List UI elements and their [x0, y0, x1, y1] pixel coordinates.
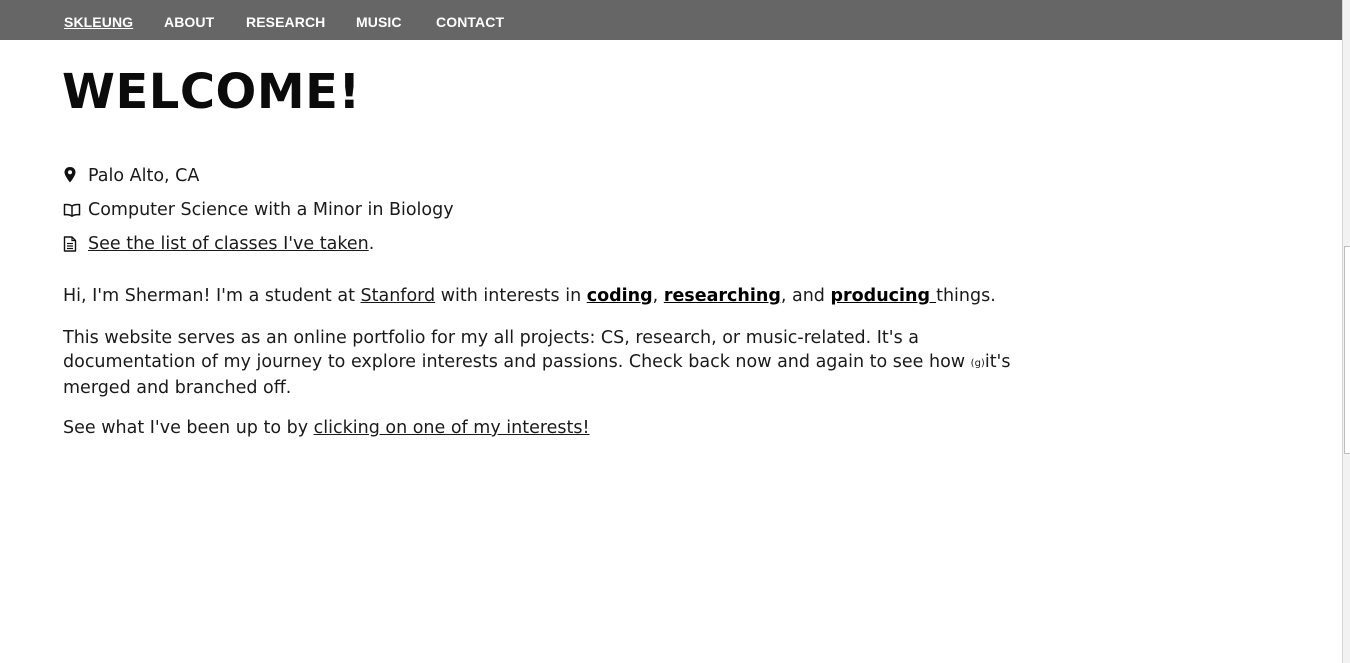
nav-link-contact[interactable]: CONTACT — [436, 14, 504, 30]
info-study: Computer Science with a Minor in Biology — [63, 198, 454, 222]
portfolio-small-text: (g) — [970, 358, 985, 369]
nav-link-about[interactable]: ABOUT — [164, 14, 214, 30]
page: SKLEUNG ABOUT RESEARCH MUSIC CONTACT WEL… — [0, 0, 1350, 663]
intro-paragraph: Hi, I'm Sherman! I'm a student at Stanfo… — [63, 284, 1023, 308]
map-marker-icon — [63, 166, 83, 184]
vertical-scrollbar[interactable] — [1342, 0, 1350, 663]
stanford-link[interactable]: Stanford — [361, 286, 436, 306]
portfolio-paragraph: This website serves as an online portfol… — [63, 326, 1023, 400]
info-classes: See the list of classes I've taken. — [63, 232, 374, 256]
intro-text: , and — [780, 286, 831, 306]
top-navbar: SKLEUNG ABOUT RESEARCH MUSIC CONTACT — [0, 0, 1342, 40]
intro-text: with interests in — [435, 286, 587, 306]
classes-link[interactable]: See the list of classes I've taken — [88, 234, 369, 254]
intro-text: things. — [936, 286, 996, 306]
classes-row-text: See the list of classes I've taken. — [88, 234, 374, 254]
classes-suffix: . — [368, 234, 375, 254]
document-icon — [63, 236, 83, 252]
intro-text: Hi, I'm Sherman! I'm a student at — [63, 286, 361, 306]
producing-link[interactable]: producing — [830, 286, 936, 306]
info-location: Palo Alto, CA — [63, 164, 199, 188]
nav-link-music[interactable]: MUSIC — [356, 14, 402, 30]
nav-link-research[interactable]: RESEARCH — [246, 14, 325, 30]
open-book-icon — [63, 202, 83, 218]
intro-text: , — [652, 286, 664, 306]
study-text: Computer Science with a Minor in Biology — [88, 200, 454, 220]
cta-text: See what I've been up to by — [63, 418, 314, 438]
interests-link[interactable]: clicking on one of my interests! — [314, 418, 590, 438]
portfolio-text: This website serves as an online portfol… — [63, 328, 971, 372]
coding-link[interactable]: coding — [587, 286, 653, 306]
researching-link[interactable]: researching — [664, 286, 781, 306]
scrollbar-thumb[interactable] — [1344, 246, 1350, 454]
cta-paragraph: See what I've been up to by clicking on … — [63, 416, 1023, 440]
location-text: Palo Alto, CA — [88, 166, 200, 186]
nav-link-home[interactable]: SKLEUNG — [64, 14, 133, 30]
page-title: WELCOME! — [62, 64, 361, 120]
